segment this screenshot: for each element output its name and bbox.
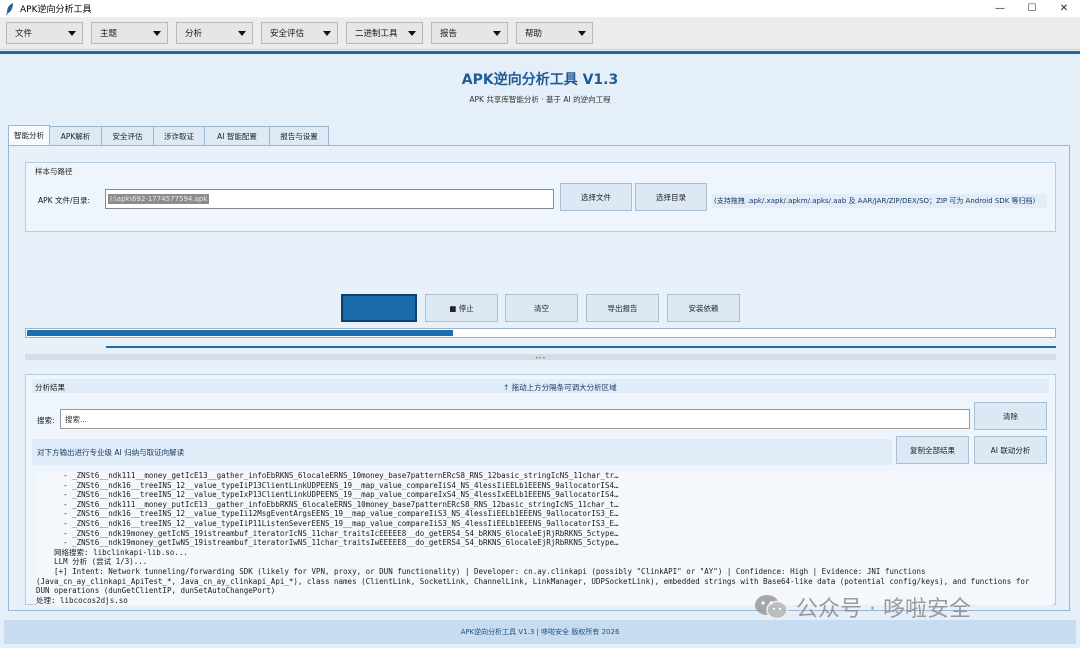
tab-report-settings[interactable]: 报告与设置 bbox=[269, 126, 329, 145]
watermark-text: 公众号 · 哆啦安全 bbox=[796, 597, 971, 622]
analysis-output[interactable]: - _ZNSt6__ndk111__money_getIcE13__gather… bbox=[36, 471, 1053, 605]
window-title: APK逆向分析工具 bbox=[20, 5, 92, 15]
results-header: 分析结果 ↑ 拖动上方分隔条可调大分析区域 bbox=[32, 379, 1049, 393]
output-line: - _ZNSt6__ndk16__treeINS_12__value_typeI… bbox=[36, 490, 619, 500]
chevron-down-icon bbox=[323, 31, 331, 36]
tab-ai-config[interactable]: AI 智能配置 bbox=[204, 126, 270, 145]
choose-directory-button[interactable]: 选择目录 bbox=[635, 183, 707, 211]
tab-security[interactable]: 安全评估 bbox=[101, 126, 154, 145]
output-line: LLM 分析 (尝试 1/3)... bbox=[36, 557, 148, 567]
start-analysis-button[interactable] bbox=[341, 294, 417, 322]
menu-analysis[interactable]: 分析 bbox=[176, 22, 253, 44]
output-line: - _ZNSt6__ndk16__treeINS_12__value_typeI… bbox=[36, 480, 619, 490]
search-clear-button[interactable]: 清除 bbox=[974, 402, 1047, 430]
accent-line bbox=[0, 51, 1080, 54]
sample-group-label: 样本与路径 bbox=[35, 167, 73, 176]
menu-bar: 文件 主题 分析 安全评估 二进制工具 报告 帮助 bbox=[0, 18, 1080, 50]
apk-path-input[interactable]: I:\apk\692-1774577594.apk bbox=[105, 189, 554, 209]
tab-smart-analysis[interactable]: 智能分析 bbox=[8, 125, 50, 145]
section-divider bbox=[106, 346, 1056, 348]
output-line: - _ZNSt6__ndk111__money_getIcE13__gather… bbox=[36, 471, 619, 480]
page-title: APK逆向分析工具 V1.3 bbox=[461, 72, 619, 88]
choose-file-button[interactable]: 选择文件 bbox=[560, 183, 632, 211]
results-group: 分析结果 ↑ 拖动上方分隔条可调大分析区域 搜索: 搜索... 清除 对下方输出… bbox=[25, 374, 1056, 605]
output-line: - _ZNSt6__ndk16__treeINS_12__value_typeI… bbox=[36, 518, 619, 528]
chevron-down-icon bbox=[493, 31, 501, 36]
copy-all-results-button[interactable]: 复制全部结果 bbox=[896, 436, 969, 464]
output-line: (Java_cn_ay_clinkapi_ApiTest_*, Java_cn_… bbox=[36, 576, 1030, 586]
menu-security[interactable]: 安全评估 bbox=[261, 22, 338, 44]
search-input[interactable]: 搜索... bbox=[60, 409, 970, 429]
menu-file-label: 文件 bbox=[15, 29, 33, 39]
chevron-down-icon bbox=[238, 31, 246, 36]
watermark: 公众号 · 哆啦安全 bbox=[754, 589, 971, 625]
stop-button[interactable]: ■ 停止 bbox=[425, 294, 498, 322]
grip-icon: ••• bbox=[535, 355, 546, 362]
close-button[interactable]: ✕ bbox=[1048, 0, 1080, 17]
ai-linked-analysis-button[interactable]: AI 联动分析 bbox=[974, 436, 1047, 464]
menu-binary-label: 二进制工具 bbox=[355, 29, 398, 39]
clear-button[interactable]: 清空 bbox=[505, 294, 578, 322]
menu-help[interactable]: 帮助 bbox=[516, 22, 593, 44]
menu-theme-label: 主题 bbox=[100, 29, 118, 39]
output-line: - _ZNSt6__ndk111__money_putIcE13__gather… bbox=[36, 499, 619, 509]
menu-analysis-label: 分析 bbox=[185, 29, 203, 39]
results-label: 分析结果 bbox=[35, 383, 65, 392]
ai-interpret-hint: 对下方输出进行专业级 AI 归纳与取证向解读 bbox=[37, 448, 185, 457]
tab-bar: 智能分析 APK解析 安全评估 涉诈取证 AI 智能配置 报告与设置 bbox=[8, 125, 329, 146]
feather-icon bbox=[6, 2, 13, 15]
export-report-button[interactable]: 导出报告 bbox=[586, 294, 659, 322]
menu-report-label: 报告 bbox=[440, 29, 458, 39]
search-label: 搜索: bbox=[37, 416, 55, 425]
ai-interpret-bar: 对下方输出进行专业级 AI 归纳与取证向解读 bbox=[32, 439, 892, 465]
apk-path-value: I:\apk\692-1774577594.apk bbox=[108, 194, 210, 204]
page-subtitle: APK 共享库智能分析 · 基于 AI 的逆向工程 bbox=[469, 95, 611, 104]
chevron-down-icon bbox=[578, 31, 586, 36]
chevron-down-icon bbox=[153, 31, 161, 36]
apk-path-label: APK 文件/目录: bbox=[38, 196, 91, 205]
drag-hint: ↑ 拖动上方分隔条可调大分析区域 bbox=[503, 383, 617, 392]
output-line: [+] Intent: Network tunneling/forwarding… bbox=[36, 566, 926, 576]
chevron-down-icon bbox=[68, 31, 76, 36]
window-titlebar: APK逆向分析工具 — ☐ ✕ bbox=[0, 0, 1080, 17]
wechat-icon bbox=[755, 595, 788, 620]
analysis-progress-bar bbox=[25, 328, 1056, 338]
tab-apk-parse[interactable]: APK解析 bbox=[49, 126, 102, 145]
minimize-button[interactable]: — bbox=[984, 0, 1016, 17]
chevron-down-icon bbox=[408, 31, 416, 36]
output-line: - _ZNSt6__ndk19money_getIwNS_19istreambu… bbox=[36, 538, 619, 548]
pane-splitter[interactable]: ••• bbox=[25, 354, 1056, 362]
main-area: APK逆向分析工具 V1.3 APK 共享库智能分析 · 基于 AI 的逆向工程… bbox=[0, 51, 1080, 648]
progress-fill bbox=[27, 330, 453, 336]
output-line: - _ZNSt6__ndk16__treeINS_12__value_typeI… bbox=[36, 509, 619, 519]
smart-analysis-panel: 样本与路径 APK 文件/目录: I:\apk\692-1774577594.a… bbox=[8, 145, 1070, 611]
menu-security-label: 安全评估 bbox=[270, 29, 305, 39]
maximize-button[interactable]: ☐ bbox=[1016, 0, 1048, 17]
menu-file[interactable]: 文件 bbox=[6, 22, 83, 44]
output-line: 网络搜索: libclinkapi-lib.so... bbox=[36, 547, 188, 557]
menu-report[interactable]: 报告 bbox=[431, 22, 508, 44]
menu-theme[interactable]: 主题 bbox=[91, 22, 168, 44]
menu-binary[interactable]: 二进制工具 bbox=[346, 22, 423, 44]
menu-help-label: 帮助 bbox=[525, 29, 543, 39]
sample-path-group: 样本与路径 APK 文件/目录: I:\apk\692-1774577594.a… bbox=[25, 162, 1056, 232]
supported-formats-hint: (支持拖拽 .apk/.xapk/.apkm/.apks/.aab 及 AAR/… bbox=[712, 194, 1047, 208]
tab-fraud-forensics[interactable]: 涉诈取证 bbox=[153, 126, 205, 145]
install-deps-button[interactable]: 安装依赖 bbox=[667, 294, 740, 322]
output-line: - _ZNSt6__ndk19money_getIcNS_19istreambu… bbox=[36, 528, 619, 538]
